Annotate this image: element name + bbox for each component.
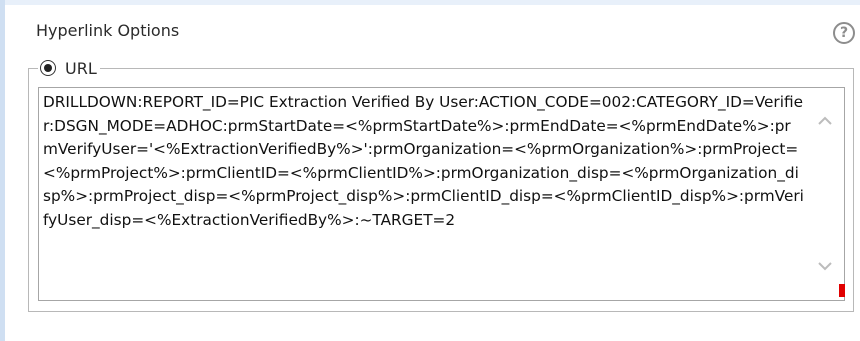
url-textarea-value[interactable]: DRILLDOWN:REPORT_ID=PIC Extraction Verif… xyxy=(43,91,805,233)
resize-marker xyxy=(839,284,845,297)
left-panel-rail xyxy=(0,0,5,341)
panel-title: Hyperlink Options xyxy=(36,21,180,40)
radio-selected-icon[interactable] xyxy=(40,60,56,76)
url-option-label[interactable]: URL xyxy=(65,59,97,78)
radio-selected-dot xyxy=(44,64,52,72)
vertical-scrollbar[interactable] xyxy=(809,89,843,299)
url-option[interactable]: URL xyxy=(38,57,100,79)
help-icon[interactable]: ? xyxy=(833,22,855,44)
chevron-up-icon[interactable] xyxy=(817,115,833,127)
chevron-down-icon[interactable] xyxy=(817,260,833,272)
hyperlink-options-page: Hyperlink Options ? URL DRILLDOWN:REPORT… xyxy=(0,0,860,341)
top-divider xyxy=(0,0,860,5)
url-textarea[interactable]: DRILLDOWN:REPORT_ID=PIC Extraction Verif… xyxy=(38,87,845,301)
